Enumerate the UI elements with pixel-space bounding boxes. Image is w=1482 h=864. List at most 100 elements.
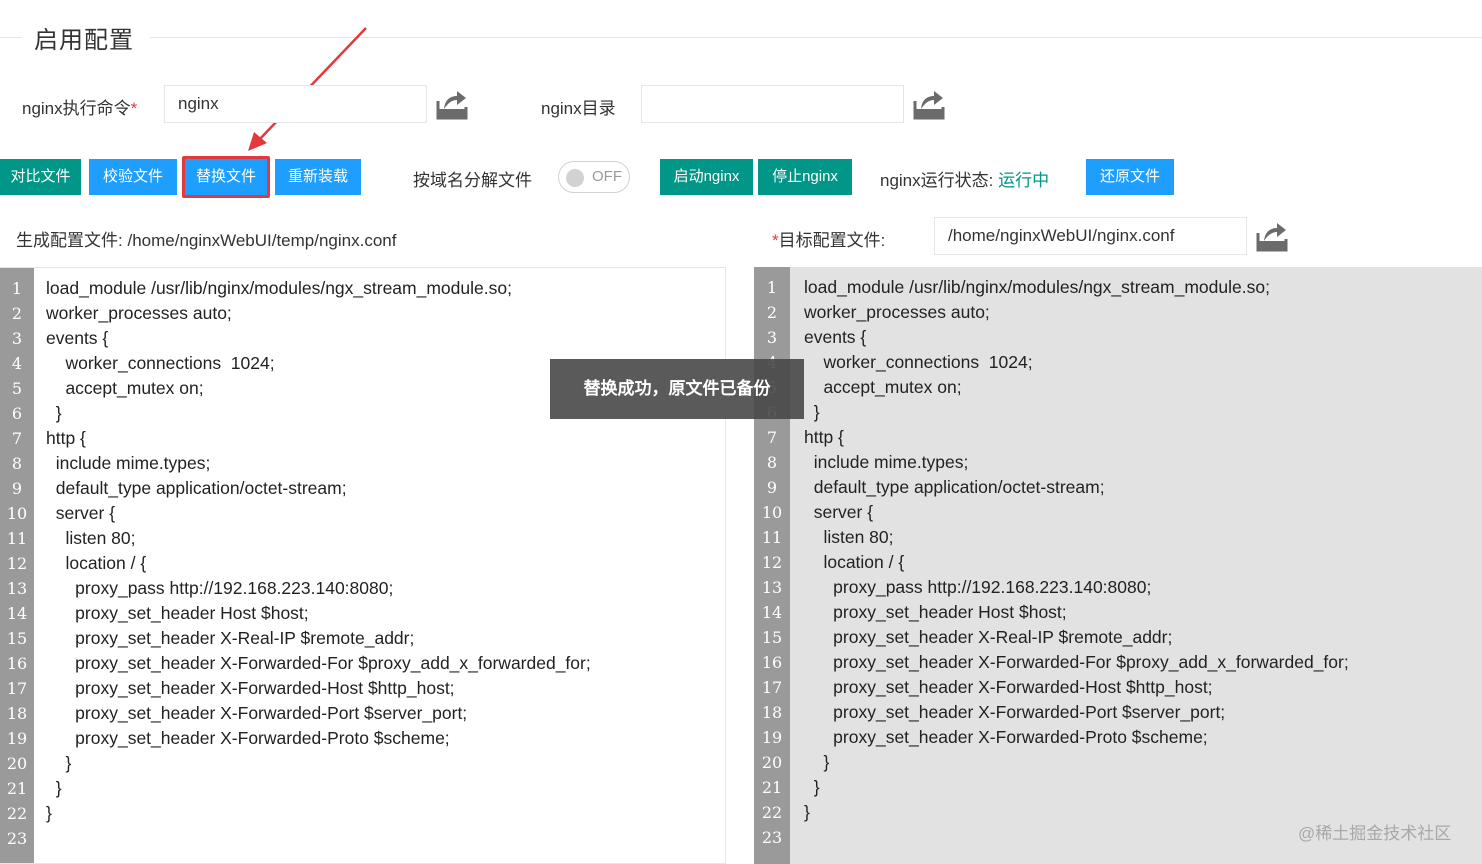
code-line: worker_connections 1024;	[804, 352, 1033, 372]
line-number: 12	[6, 554, 28, 573]
cmd-upload-icon[interactable]	[436, 87, 468, 121]
line-number: 8	[766, 453, 778, 472]
required-mark: *	[130, 99, 138, 118]
line-number: 10	[6, 504, 28, 523]
code-line: proxy_set_header Host $host;	[46, 603, 309, 623]
code-line: }	[46, 778, 62, 798]
code-line: accept_mutex on;	[46, 378, 204, 398]
line-number: 1	[766, 278, 778, 297]
reload-button[interactable]: 重新装载	[275, 159, 361, 195]
dir-input[interactable]	[641, 85, 904, 123]
line-number: 14	[6, 604, 28, 623]
switch-state-text: OFF	[592, 168, 622, 185]
line-number: 19	[6, 729, 28, 748]
line-number: 7	[766, 428, 778, 447]
code-line: }	[804, 402, 820, 422]
code-line: server {	[46, 503, 116, 523]
line-number: 22	[6, 804, 28, 823]
compare-file-button[interactable]: 对比文件	[0, 159, 81, 195]
line-number: 22	[761, 803, 783, 822]
code-line: }	[46, 803, 52, 823]
line-number: 12	[761, 553, 783, 572]
code-line: location / {	[804, 552, 905, 572]
code-line: include mime.types;	[46, 453, 211, 473]
line-number: 20	[761, 753, 783, 772]
nginx-status: nginx运行状态: 运行中	[880, 166, 1049, 191]
generated-config-editor[interactable]: 1 2 3 4 5 6 7 8 9 10 11 12 13 14 15 16 17 18 19 20 21 22 23 lo…	[0, 267, 726, 864]
code-line: worker_connections 1024;	[46, 353, 275, 373]
code-line: proxy_set_header X-Real-IP $remote_addr;	[46, 628, 415, 648]
line-number: 11	[6, 529, 28, 548]
code-line: server {	[804, 502, 874, 522]
target-upload-icon[interactable]	[1256, 219, 1288, 253]
generated-config-value: /home/nginxWebUI/temp/nginx.conf	[127, 231, 397, 250]
code-line: proxy_set_header X-Forwarded-For $proxy_…	[804, 652, 1349, 672]
line-number: 2	[766, 303, 778, 322]
code-line: include mime.types;	[804, 452, 969, 472]
split-by-domain-label: 按域名分解文件	[413, 171, 532, 190]
code-line: listen 80;	[46, 528, 136, 548]
line-number: 23	[6, 829, 28, 848]
line-number: 18	[6, 704, 28, 723]
switch-knob	[566, 169, 584, 187]
line-number: 19	[761, 728, 783, 747]
toast-message: 替换成功，原文件已备份	[550, 359, 804, 419]
code-line: proxy_set_header Host $host;	[804, 602, 1067, 622]
code-line: proxy_set_header X-Real-IP $remote_addr;	[804, 627, 1173, 647]
nginx-status-value: 运行中	[998, 171, 1050, 190]
line-number: 11	[761, 528, 783, 547]
code-line: proxy_pass http://192.168.223.140:8080;	[804, 577, 1152, 597]
cmd-label: nginx执行命令*	[22, 94, 137, 119]
target-config-editor[interactable]: 1234567891011121314151617181920212223 lo…	[754, 267, 1482, 864]
code-line: }	[46, 403, 62, 423]
required-mark: *	[772, 231, 779, 250]
line-number: 2	[11, 304, 23, 323]
target-config-input[interactable]: /home/nginxWebUI/nginx.conf	[934, 217, 1247, 255]
line-number: 5	[11, 379, 23, 398]
cmd-input[interactable]: nginx	[164, 85, 427, 123]
cmd-label-text: nginx执行命令	[22, 99, 131, 118]
line-number: 1	[11, 279, 23, 298]
validate-file-button[interactable]: 校验文件	[89, 159, 177, 195]
line-number: 4	[11, 354, 23, 373]
section-divider	[0, 37, 1482, 38]
target-config-label: *目标配置文件:	[772, 226, 885, 251]
code-line: default_type application/octet-stream;	[46, 478, 347, 498]
stop-nginx-button[interactable]: 停止nginx	[758, 159, 852, 195]
line-number: 15	[6, 629, 28, 648]
code-line: proxy_set_header X-Forwarded-Proto $sche…	[804, 727, 1208, 747]
start-nginx-button[interactable]: 启动nginx	[660, 159, 753, 195]
line-number: 16	[6, 654, 28, 673]
code-line: worker_processes auto;	[46, 303, 232, 323]
code-line: load_module /usr/lib/nginx/modules/ngx_s…	[46, 278, 512, 298]
code-line: worker_processes auto;	[804, 302, 990, 322]
line-number: 15	[761, 628, 783, 647]
generated-config-path: 生成配置文件: /home/nginxWebUI/temp/nginx.conf	[16, 226, 396, 251]
line-number: 21	[6, 779, 28, 798]
dir-upload-icon[interactable]	[913, 87, 945, 121]
code-line: proxy_set_header X-Forwarded-Host $http_…	[46, 678, 455, 698]
line-number: 20	[6, 754, 28, 773]
code-line: http {	[804, 427, 844, 447]
line-number: 3	[11, 329, 23, 348]
code-line: listen 80;	[804, 527, 894, 547]
code-line: http {	[46, 428, 86, 448]
code-line: default_type application/octet-stream;	[804, 477, 1105, 497]
line-number: 14	[761, 603, 783, 622]
code-line: accept_mutex on;	[804, 377, 962, 397]
restore-file-button[interactable]: 还原文件	[1086, 159, 1174, 195]
line-number: 3	[766, 328, 778, 347]
code-line: }	[804, 802, 810, 822]
code-line: events {	[46, 328, 109, 348]
section-title: 启用配置	[34, 20, 146, 55]
code-line: }	[804, 777, 820, 797]
line-number: 9	[766, 478, 778, 497]
line-number: 8	[11, 454, 23, 473]
nginx-status-label: nginx运行状态:	[880, 171, 994, 190]
split-by-domain-switch[interactable]: OFF	[558, 161, 630, 193]
replace-file-button[interactable]: 替换文件	[185, 159, 267, 195]
code-line: }	[804, 752, 830, 772]
line-number: 21	[761, 778, 783, 797]
watermark: @稀土掘金技术社区	[1298, 824, 1452, 843]
line-number: 7	[11, 429, 23, 448]
